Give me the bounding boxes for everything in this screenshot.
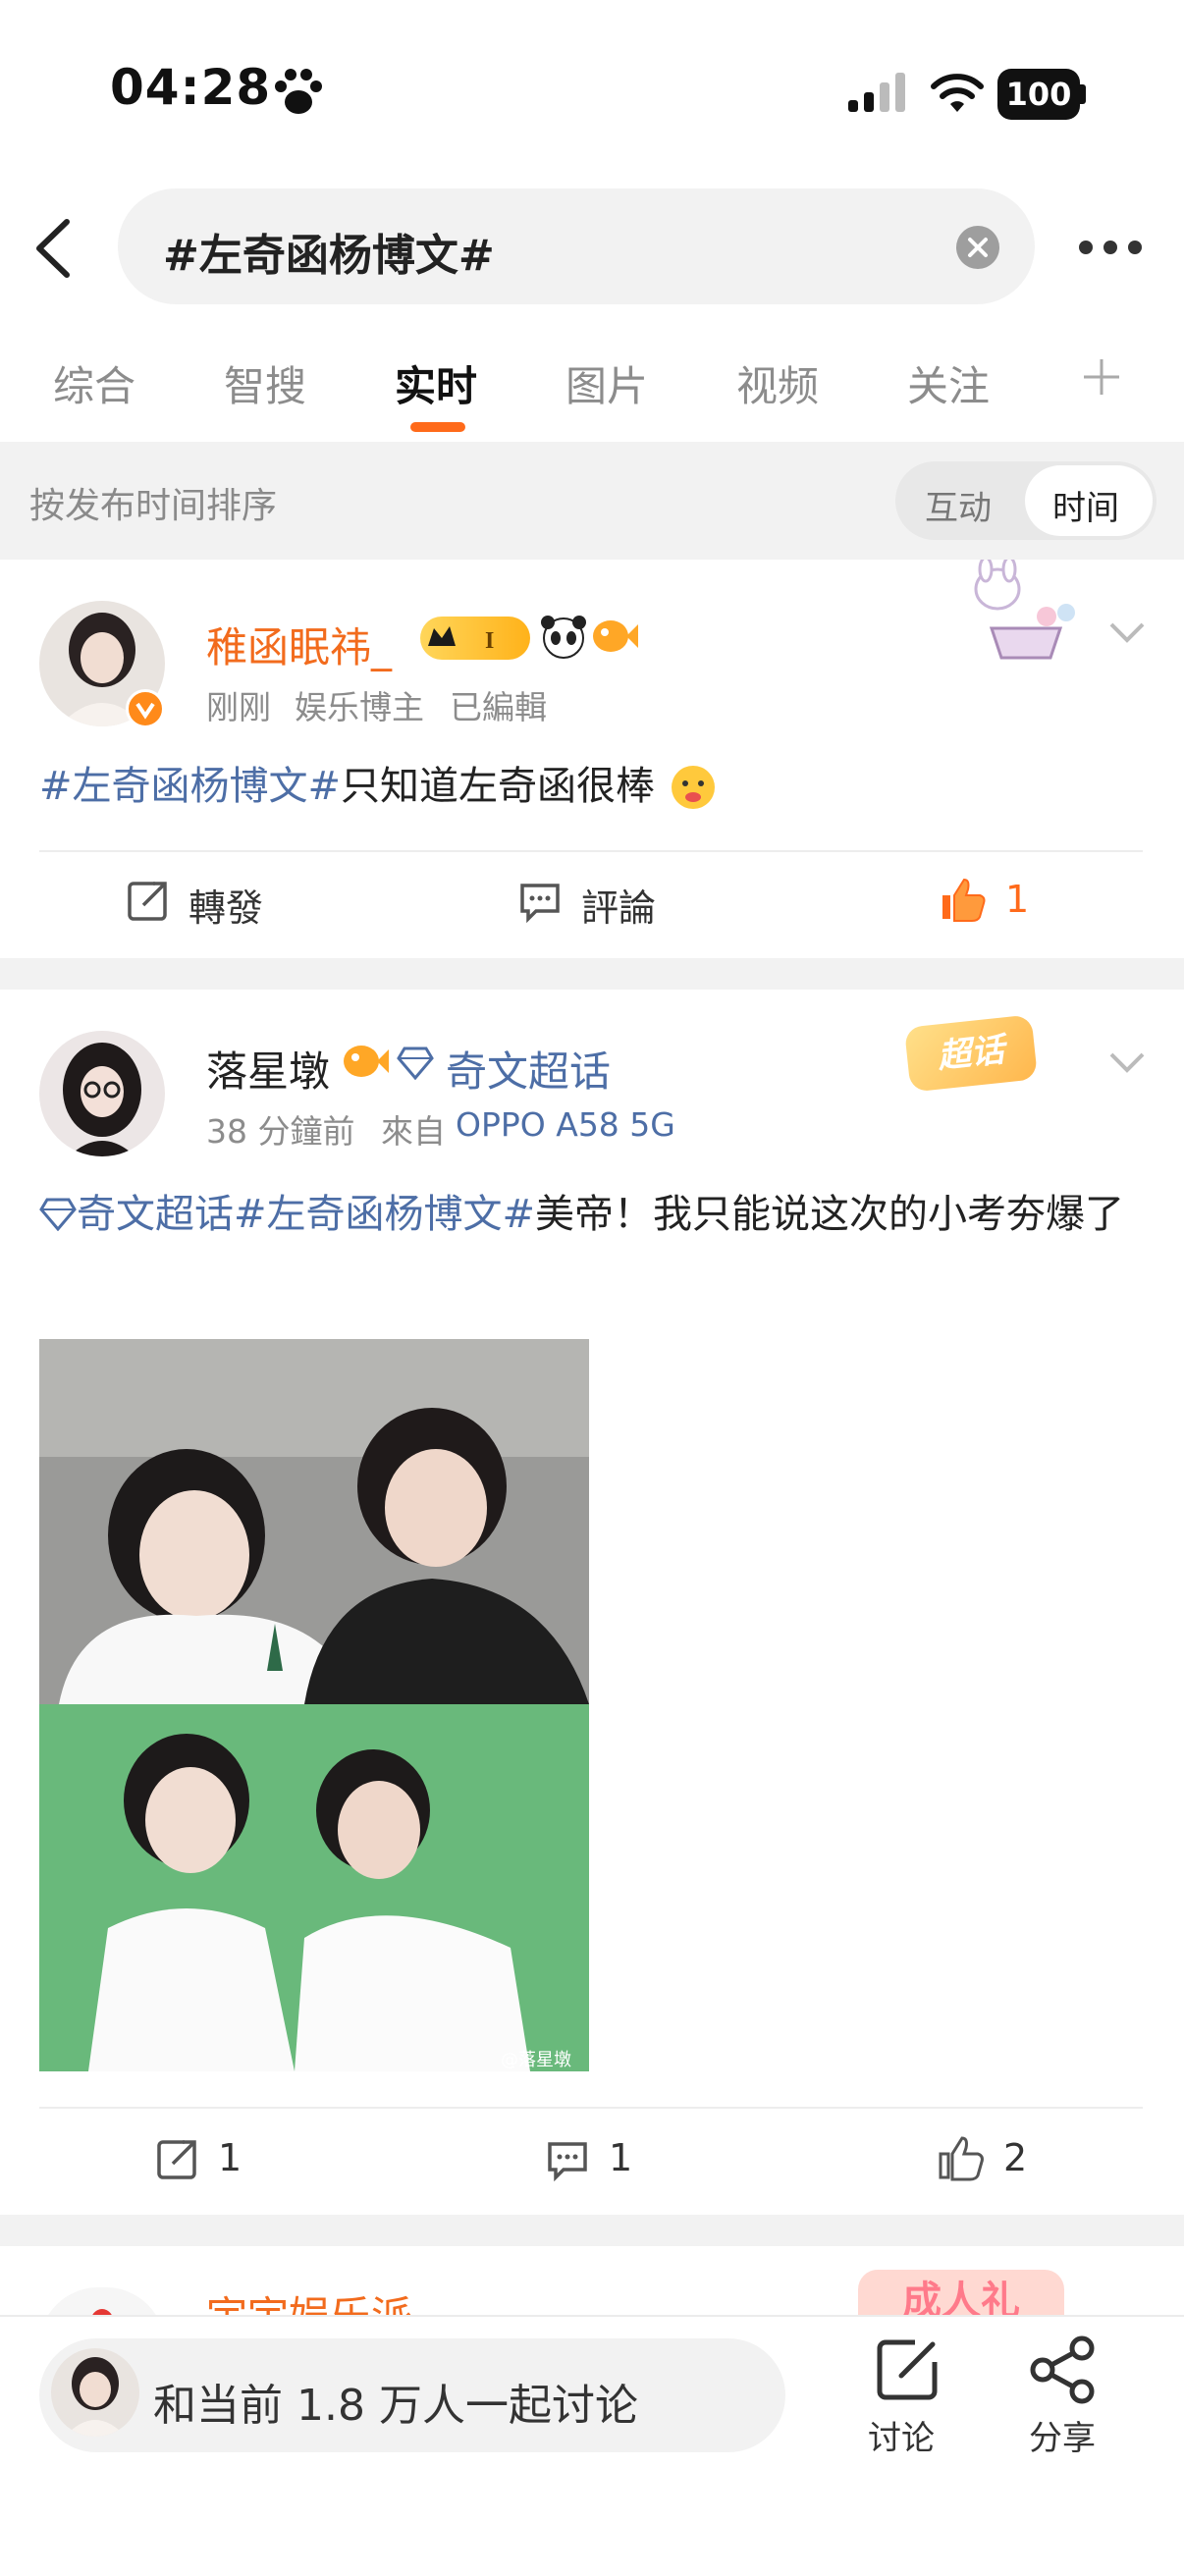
tab-following[interactable]: 关注 [907, 353, 990, 413]
like-count[interactable]: 2 [1003, 2136, 1027, 2179]
tab-videos[interactable]: 视频 [736, 353, 819, 413]
repost-icon[interactable] [126, 880, 169, 923]
tab-smart-search[interactable]: 智搜 [224, 353, 306, 413]
post-body: #左奇函杨博文#只知道左奇函很棒 [39, 756, 655, 817]
post-device[interactable]: OPPO A58 5G [456, 1105, 675, 1144]
post-username[interactable]: 宇宇娱乐派 [206, 2283, 412, 2315]
sort-option-time[interactable]: 时间 [1052, 481, 1119, 529]
panda-icon [541, 616, 586, 659]
like-icon[interactable] [937, 2134, 986, 2181]
topic-link[interactable]: #左奇函杨博文# [234, 1192, 535, 1237]
post-text: 美帝！我只能说这次的小考夯爆了 [535, 1192, 1125, 1237]
status-bar: 04:28 100 [0, 0, 1184, 187]
emoji-icon [672, 766, 715, 809]
user-avatar [51, 2348, 139, 2437]
post-time: 38 分鐘前 [206, 1112, 355, 1151]
level-badge-icon: I [420, 617, 530, 660]
post-time: 刚刚 [206, 688, 271, 726]
post-text: 只知道左奇函很棒 [341, 764, 656, 809]
discussion-prompt[interactable]: 和当前 1.8 万人一起讨论 [153, 2370, 638, 2433]
tab-realtime[interactable]: 实时 [395, 353, 477, 413]
supertopic-badge-label: 超话 [936, 1030, 1006, 1077]
comment-icon[interactable] [518, 882, 562, 923]
like-count[interactable]: 1 [1005, 878, 1029, 921]
coming-of-age-badge: 成人礼 [858, 2262, 1074, 2315]
post-separator [0, 2215, 1184, 2246]
active-tab-indicator [410, 422, 465, 432]
repost-icon[interactable] [155, 2138, 198, 2181]
compose-icon[interactable] [872, 2334, 942, 2405]
svg-text:I: I [485, 628, 494, 654]
post-source-prefix: 來自 [381, 1112, 446, 1151]
paw-icon [275, 69, 322, 114]
share-icon[interactable] [1027, 2334, 1102, 2405]
battery-cap [1080, 84, 1086, 104]
fish-icon [344, 1046, 389, 1077]
back-arrow-icon[interactable] [33, 218, 73, 279]
comment-count[interactable]: 1 [609, 2136, 632, 2179]
repost-count[interactable]: 1 [218, 2136, 242, 2179]
share-button-label[interactable]: 分享 [1029, 2411, 1096, 2459]
sort-label[interactable]: 按发布时间排序 [29, 477, 277, 528]
discuss-button-label[interactable]: 讨论 [868, 2411, 935, 2459]
diamond-supertopic-icon [397, 1046, 434, 1080]
tab-images[interactable]: 图片 [565, 353, 648, 413]
post-username[interactable]: 稚函眠祎_ [206, 615, 392, 674]
image-watermark: @落星墩 [501, 2050, 571, 2070]
clear-search-icon[interactable] [956, 226, 999, 269]
diamond-supertopic-icon [39, 1198, 77, 1232]
more-options-icon[interactable] [1076, 236, 1145, 259]
verified-badge-icon [126, 689, 165, 728]
post-user-tag: 娱乐博主 [295, 688, 424, 726]
repost-label[interactable]: 轉發 [188, 878, 263, 932]
status-time: 04:28 [110, 59, 272, 116]
signal-icon [848, 73, 905, 112]
post-image[interactable]: @落星墩 [39, 1339, 589, 2071]
fish-icon [593, 620, 638, 652]
divider [39, 850, 1143, 852]
avatar[interactable] [39, 1031, 165, 1156]
sort-option-interaction[interactable]: 互动 [925, 481, 992, 529]
comment-icon[interactable] [546, 2140, 589, 2181]
divider [39, 2107, 1143, 2109]
wifi-icon [931, 74, 984, 112]
post-options-chevron-icon[interactable] [1107, 1050, 1147, 1074]
supertopic-badge[interactable]: 超话 [903, 1014, 1039, 1093]
supertopic-link[interactable]: 奇文超话 [446, 1039, 611, 1099]
bunny-basket-sticker [974, 560, 1075, 660]
search-query[interactable]: #左奇函杨博文# [163, 220, 495, 283]
coming-of-age-badge-label: 成人礼 [858, 2270, 1064, 2315]
supertopic-inline-link[interactable]: 奇文超话 [77, 1192, 234, 1237]
topic-link[interactable]: #左奇函杨博文# [39, 764, 341, 809]
post-options-chevron-icon[interactable] [1107, 620, 1147, 644]
tab-comprehensive[interactable]: 综合 [53, 353, 135, 413]
add-tab-icon[interactable] [1080, 355, 1123, 399]
like-icon-active[interactable] [939, 876, 988, 923]
post-separator [0, 958, 1184, 990]
battery-icon: 100 [997, 69, 1080, 120]
post-username[interactable]: 落星墩 [206, 1039, 330, 1099]
post-edited-tag: 已編輯 [450, 688, 547, 726]
post-body: 奇文超话#左奇函杨博文#美帝！我只能说这次的小考夯爆了 [39, 1184, 1143, 1245]
comment-label[interactable]: 評論 [581, 878, 656, 932]
